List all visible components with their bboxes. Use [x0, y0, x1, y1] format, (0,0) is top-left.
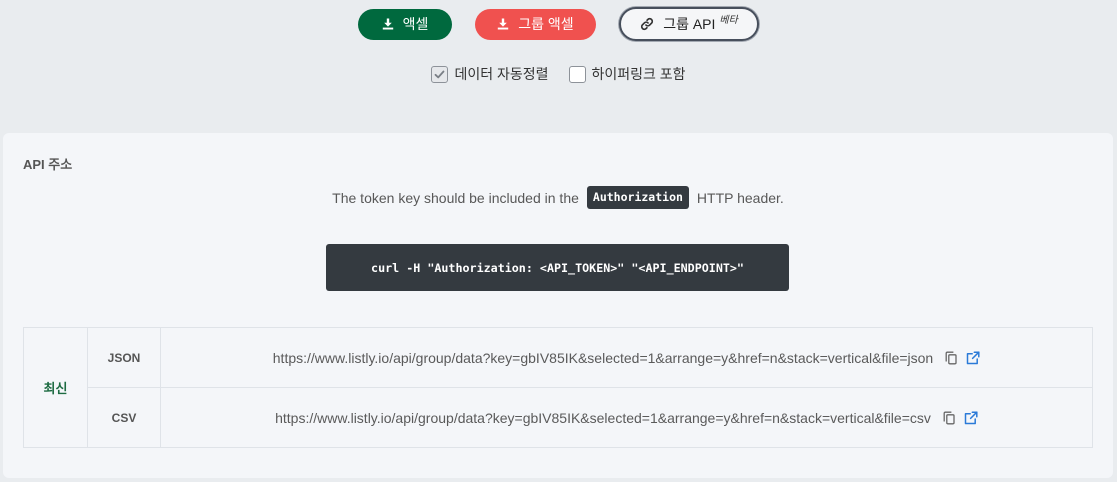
- api-address-title: API 주소: [23, 157, 73, 172]
- csv-endpoint-url: https://www.listly.io/api/group/data?key…: [275, 409, 931, 426]
- url-cell-csv: https://www.listly.io/api/group/data?key…: [160, 387, 1093, 448]
- auto-sort-checkbox[interactable]: [431, 65, 449, 83]
- token-note: The token key should be included in the …: [3, 186, 1113, 209]
- external-link-icon[interactable]: [964, 410, 978, 425]
- group-api-button-label: 그룹 API: [663, 16, 716, 32]
- include-hyperlink-option[interactable]: 하이퍼링크 포함: [568, 64, 686, 84]
- table-row: 최신 JSON https://www.listly.io/api/group/…: [23, 327, 1093, 448]
- api-endpoint-table: 최신 JSON https://www.listly.io/api/group/…: [23, 327, 1093, 448]
- token-note-after: HTTP header.: [696, 189, 784, 206]
- version-label: 최신: [23, 327, 88, 448]
- copy-icon[interactable]: [945, 351, 957, 365]
- json-endpoint-url: https://www.listly.io/api/group/data?key…: [272, 349, 934, 366]
- table-row: CSV https://www.listly.io/api/group/data…: [24, 387, 1093, 448]
- auto-sort-option[interactable]: 데이터 자동정렬: [431, 64, 549, 84]
- export-toolbar: 액셀 그룹 액셀 그룹 API 베타: [0, 7, 1117, 41]
- api-address-card: API 주소 The token key should be included …: [3, 133, 1113, 478]
- token-note-before: The token key should be included in the: [332, 189, 579, 206]
- format-label-json: JSON: [87, 327, 161, 388]
- link-icon: [640, 17, 654, 31]
- download-icon: [497, 18, 509, 30]
- group-api-button[interactable]: 그룹 API 베타: [619, 7, 759, 41]
- format-label-csv: CSV: [87, 387, 161, 448]
- external-link-icon[interactable]: [966, 350, 980, 365]
- include-hyperlink-label: 하이퍼링크 포함: [591, 66, 686, 82]
- include-hyperlink-checkbox[interactable]: [568, 65, 586, 83]
- auto-sort-label: 데이터 자동정렬: [454, 66, 549, 82]
- authorization-header-code: Authorization: [586, 186, 689, 209]
- group-excel-button-label: 그룹 액셀: [518, 16, 574, 32]
- check-icon: [435, 70, 445, 78]
- url-cell-json: https://www.listly.io/api/group/data?key…: [160, 327, 1093, 388]
- curl-command-block: curl -H "Authorization: <API_TOKEN>" "<A…: [326, 244, 789, 291]
- excel-download-button[interactable]: 액셀: [358, 8, 452, 40]
- excel-button-label: 액셀: [402, 16, 429, 32]
- download-icon: [382, 18, 394, 30]
- group-excel-download-button[interactable]: 그룹 액셀: [475, 8, 596, 40]
- copy-icon[interactable]: [943, 411, 955, 425]
- export-options: 데이터 자동정렬 하이퍼링크 포함: [0, 64, 1117, 84]
- beta-badge: 베타: [719, 14, 738, 26]
